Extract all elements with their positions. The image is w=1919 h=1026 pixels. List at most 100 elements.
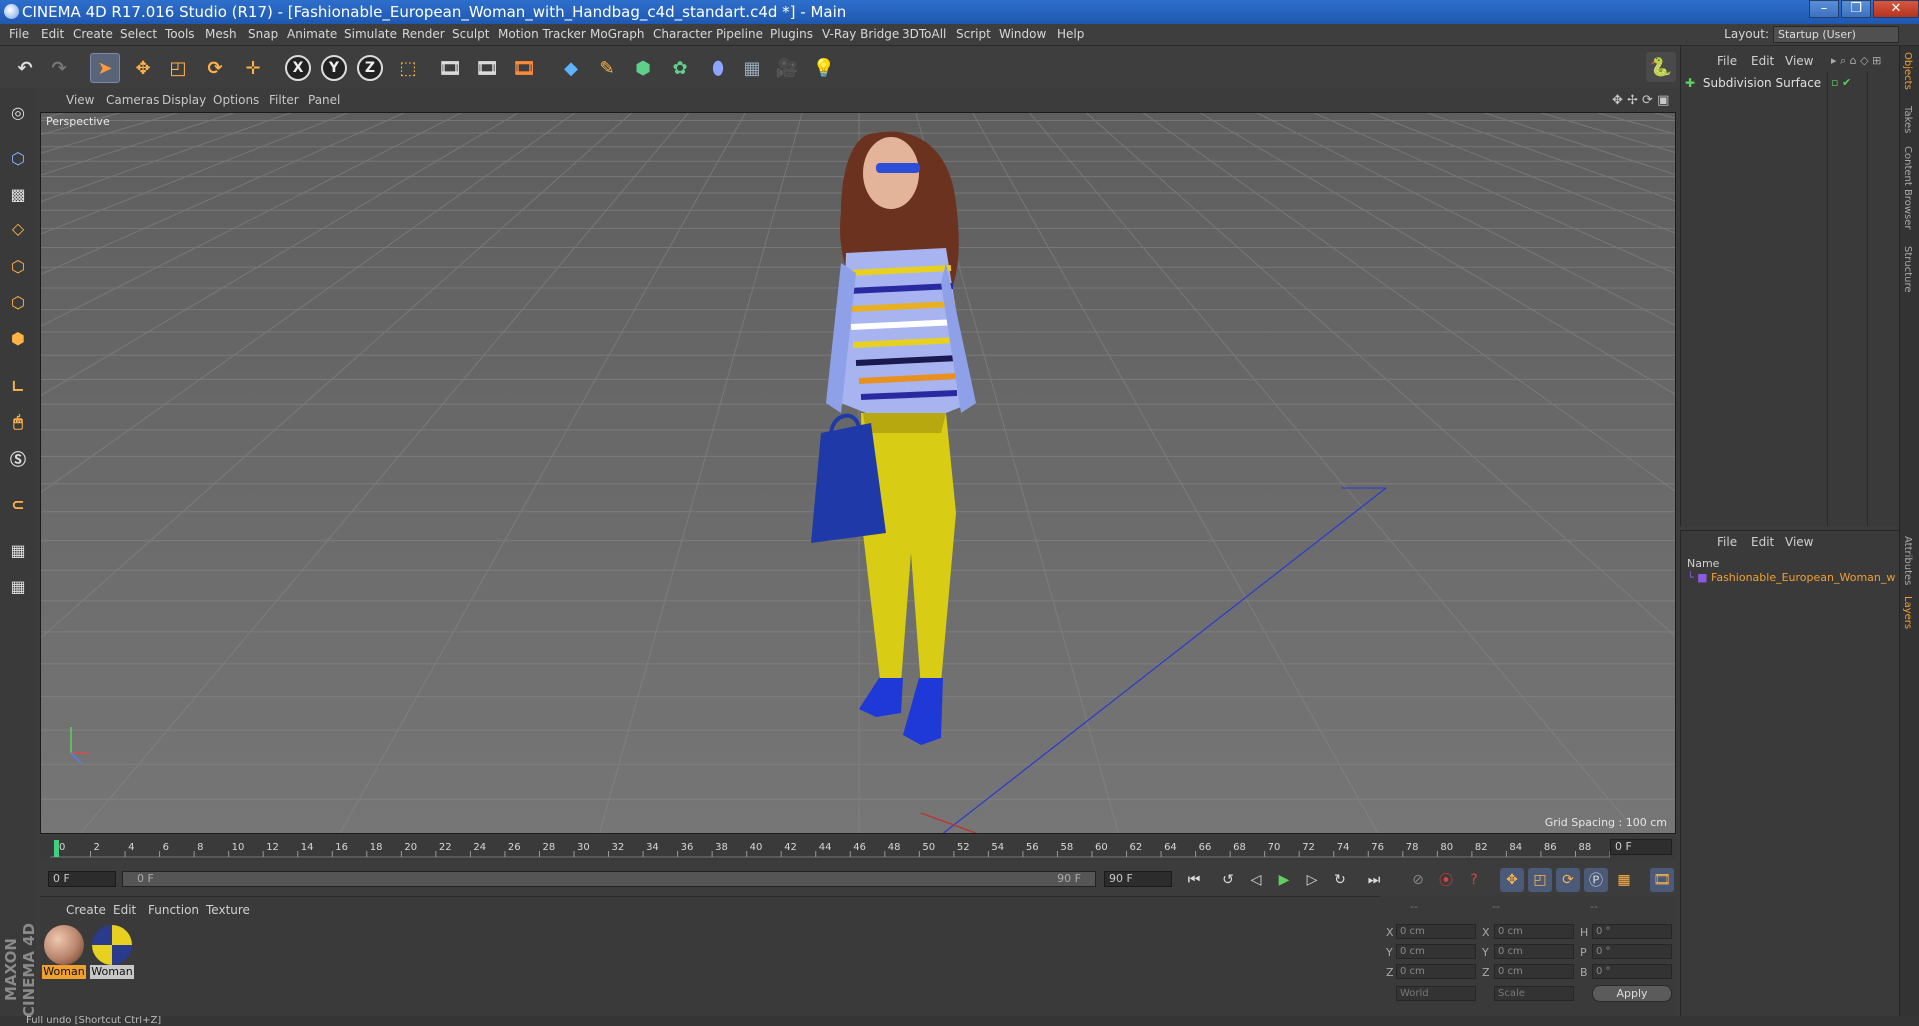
apply-button[interactable]: Apply [1592, 985, 1672, 1002]
previous-frame-icon[interactable]: ◁ [1244, 868, 1268, 892]
menu-pipeline[interactable]: Pipeline [716, 27, 763, 41]
size-mode-dropdown[interactable]: Scale [1494, 986, 1574, 1001]
play-icon[interactable]: ▶ [1272, 868, 1296, 892]
viewport-menu-cameras[interactable]: Cameras [106, 93, 159, 107]
rotation-p-field[interactable]: 0 ° [1592, 944, 1672, 959]
menu-select[interactable]: Select [120, 27, 157, 41]
transform-icon[interactable]: ✛ [238, 53, 268, 83]
rotation-h-field[interactable]: 0 ° [1592, 924, 1672, 939]
record-keys-icon[interactable]: ⊘ [1406, 868, 1430, 892]
move-icon[interactable]: ✥ [128, 53, 158, 83]
viewport-menu-options[interactable]: Options [213, 93, 259, 107]
menu-sculpt[interactable]: Sculpt [452, 27, 489, 41]
redo-icon[interactable]: ↷ [44, 53, 74, 83]
undo-icon[interactable]: ↶ [10, 53, 40, 83]
position-y-field[interactable]: 0 cm [1396, 944, 1476, 959]
menu-mesh[interactable]: Mesh [205, 27, 237, 41]
layer-menu-edit[interactable]: Edit [1751, 535, 1774, 549]
render-view-icon[interactable]: 🎞 [435, 53, 465, 83]
object-menu-file[interactable]: File [1717, 54, 1737, 68]
keyframe-selection-icon[interactable]: ? [1462, 868, 1486, 892]
axis-mode-icon[interactable]: ∟ [4, 372, 32, 400]
position-x-field[interactable]: 0 cm [1396, 924, 1476, 939]
z-axis-lock-button[interactable]: Z [357, 55, 383, 81]
key-rotation-icon[interactable]: ⟳ [1556, 868, 1580, 892]
size-x-field[interactable]: 0 cm [1494, 924, 1574, 939]
go-to-end-icon[interactable]: ⏭ [1362, 868, 1386, 892]
object-row-subdivision-surface[interactable]: ✚ Subdivision Surface [1685, 76, 1835, 94]
menu-plugins[interactable]: Plugins [770, 27, 813, 41]
snap-icon[interactable]: ⊂ [4, 490, 32, 518]
previous-key-icon[interactable]: ↺ [1216, 868, 1240, 892]
end-frame-field[interactable]: 90 F [1104, 871, 1172, 887]
lock-workplane-icon[interactable]: ▦ [4, 536, 32, 564]
rotate-icon[interactable]: ⟳ [200, 53, 230, 83]
make-editable-icon[interactable]: ◎ [4, 98, 32, 126]
menu-character[interactable]: Character [653, 27, 712, 41]
mograph-cloner-icon[interactable]: ✿ [665, 53, 695, 83]
layout-dropdown[interactable]: Startup (User) [1773, 26, 1899, 43]
object-menu-view[interactable]: View [1785, 54, 1813, 68]
position-z-field[interactable]: 0 cm [1396, 964, 1476, 979]
subdivision-generator-icon[interactable]: ⬢ [628, 53, 658, 83]
timeline-ruler[interactable]: 0 2 4 6 8 10 12 14 16 18 20 22 24 26 28 30 32 34 36 38 40 42 4… [40, 836, 1676, 860]
menu-help[interactable]: Help [1057, 27, 1084, 41]
minimize-button[interactable]: – [1809, 0, 1839, 18]
render-settings-icon[interactable]: 🎞 [509, 53, 539, 83]
layer-menu-file[interactable]: File [1717, 535, 1737, 549]
select-cursor-icon[interactable]: ➤ [90, 53, 120, 83]
solo-mode-icon[interactable]: Ⓢ [4, 444, 32, 472]
timeline-window-icon[interactable]: 🎞 [1650, 868, 1674, 892]
material-swatch[interactable]: Woman [90, 923, 134, 981]
current-frame-field[interactable]: 0 F [1610, 839, 1672, 855]
light-icon[interactable]: 💡 [809, 53, 839, 83]
tweak-mode-icon[interactable]: 🖱 [4, 408, 32, 436]
tab-objects[interactable]: Objects [1902, 52, 1913, 90]
floor-scene-icon[interactable]: ▦ [737, 53, 767, 83]
points-mode-icon[interactable]: ⬡ [4, 252, 32, 280]
material-menu-edit[interactable]: Edit [113, 903, 136, 917]
material-swatch[interactable]: Woman [42, 923, 86, 981]
tab-takes[interactable]: Takes [1902, 106, 1913, 133]
menu-3dtoall[interactable]: 3DToAll [902, 27, 946, 41]
menu-edit[interactable]: Edit [41, 27, 64, 41]
object-manager-tools-icon[interactable]: ▸ ⌕ ⌂ ◇ ⊞ [1831, 54, 1881, 68]
menu-file[interactable]: File [9, 27, 29, 41]
maximize-button[interactable]: ❐ [1841, 0, 1871, 18]
model-mode-icon[interactable]: ⬡ [4, 144, 32, 172]
viewport-menu-panel[interactable]: Panel [308, 93, 340, 107]
menu-window[interactable]: Window [999, 27, 1046, 41]
menu-render[interactable]: Render [402, 27, 445, 41]
next-frame-icon[interactable]: ▷ [1300, 868, 1324, 892]
menu-motion-tracker[interactable]: Motion Tracker [498, 27, 586, 41]
menu-vray-bridge[interactable]: V-Ray Bridge [822, 27, 899, 41]
coordinate-mode-dropdown[interactable]: World [1396, 986, 1476, 1001]
next-key-icon[interactable]: ↻ [1328, 868, 1352, 892]
render-picture-viewer-icon[interactable]: 🎞 [472, 53, 502, 83]
tab-content-browser[interactable]: Content Browser [1902, 146, 1913, 229]
material-menu-create[interactable]: Create [66, 903, 106, 917]
deformer-icon[interactable]: ⬮ [703, 53, 733, 83]
autokey-icon[interactable]: ⦿ [1434, 868, 1458, 892]
viewport-navigation-icon[interactable]: ✥ ✢ ⟳ ▣ [1612, 93, 1669, 108]
menu-script[interactable]: Script [956, 27, 991, 41]
tab-attributes[interactable]: Attributes [1902, 536, 1913, 585]
key-pla-icon[interactable]: ▦ [1612, 868, 1636, 892]
preview-range-slider[interactable]: 0 F 90 F [122, 871, 1096, 887]
texture-mode-icon[interactable]: ▩ [4, 180, 32, 208]
perspective-viewport[interactable]: Perspective Grid Spacing : 100 cm [40, 112, 1676, 834]
layer-row[interactable]: └ ■ Fashionable_European_Woman_w [1687, 571, 1899, 589]
object-menu-edit[interactable]: Edit [1751, 54, 1774, 68]
x-axis-lock-button[interactable]: X [285, 55, 311, 81]
menu-create[interactable]: Create [73, 27, 113, 41]
viewport-menu-view[interactable]: View [66, 93, 94, 107]
menu-snap[interactable]: Snap [248, 27, 278, 41]
cube-primitive-icon[interactable]: ◆ [556, 53, 586, 83]
python-icon[interactable]: 🐍 [1646, 52, 1676, 82]
pen-spline-icon[interactable]: ✎ [592, 53, 622, 83]
tab-structure[interactable]: Structure [1902, 246, 1913, 293]
planar-workplane-icon[interactable]: ▦ [4, 572, 32, 600]
edges-mode-icon[interactable]: ⬡ [4, 288, 32, 316]
workplane-mode-icon[interactable]: ◇ [4, 214, 32, 242]
rotation-b-field[interactable]: 0 ° [1592, 964, 1672, 979]
